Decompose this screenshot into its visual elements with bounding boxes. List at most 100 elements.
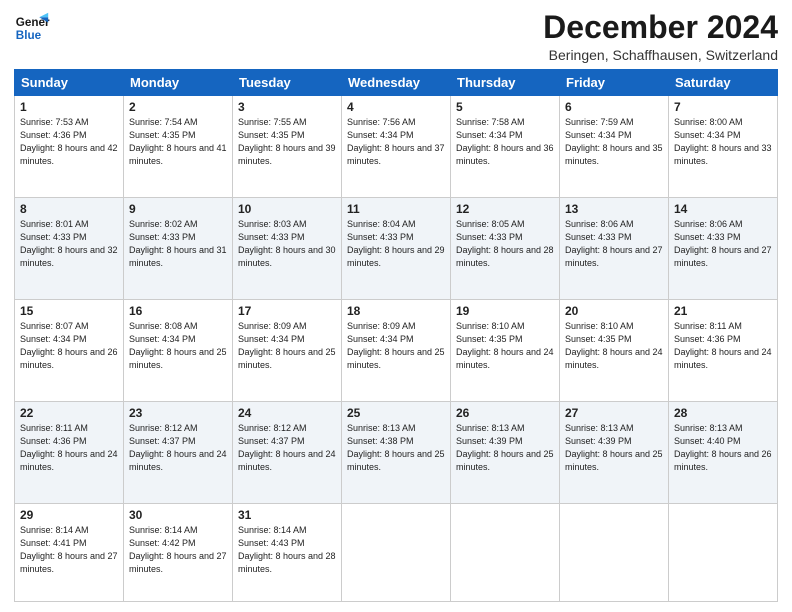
day-info: Sunrise: 8:12 AMSunset: 4:37 PMDaylight:… <box>129 423 227 472</box>
day-number: 7 <box>674 100 772 114</box>
day-number: 6 <box>565 100 663 114</box>
calendar-cell: 14 Sunrise: 8:06 AMSunset: 4:33 PMDaylig… <box>669 198 778 300</box>
calendar-cell: 24 Sunrise: 8:12 AMSunset: 4:37 PMDaylig… <box>233 401 342 503</box>
day-info: Sunrise: 8:09 AMSunset: 4:34 PMDaylight:… <box>347 321 445 370</box>
calendar-cell: 1 Sunrise: 7:53 AMSunset: 4:36 PMDayligh… <box>15 96 124 198</box>
calendar-cell: 16 Sunrise: 8:08 AMSunset: 4:34 PMDaylig… <box>124 299 233 401</box>
calendar-cell: 12 Sunrise: 8:05 AMSunset: 4:33 PMDaylig… <box>451 198 560 300</box>
calendar-header-cell: Wednesday <box>342 70 451 96</box>
calendar-week-row: 15 Sunrise: 8:07 AMSunset: 4:34 PMDaylig… <box>15 299 778 401</box>
day-info: Sunrise: 8:13 AMSunset: 4:40 PMDaylight:… <box>674 423 772 472</box>
calendar-cell: 25 Sunrise: 8:13 AMSunset: 4:38 PMDaylig… <box>342 401 451 503</box>
day-number: 20 <box>565 304 663 318</box>
day-number: 22 <box>20 406 118 420</box>
day-number: 24 <box>238 406 336 420</box>
calendar-cell: 31 Sunrise: 8:14 AMSunset: 4:43 PMDaylig… <box>233 503 342 601</box>
day-number: 2 <box>129 100 227 114</box>
day-info: Sunrise: 8:11 AMSunset: 4:36 PMDaylight:… <box>20 423 118 472</box>
calendar-cell: 5 Sunrise: 7:58 AMSunset: 4:34 PMDayligh… <box>451 96 560 198</box>
day-info: Sunrise: 8:13 AMSunset: 4:39 PMDaylight:… <box>456 423 554 472</box>
calendar-cell <box>342 503 451 601</box>
calendar-cell: 15 Sunrise: 8:07 AMSunset: 4:34 PMDaylig… <box>15 299 124 401</box>
calendar-week-row: 29 Sunrise: 8:14 AMSunset: 4:41 PMDaylig… <box>15 503 778 601</box>
calendar-header-cell: Thursday <box>451 70 560 96</box>
calendar-cell: 18 Sunrise: 8:09 AMSunset: 4:34 PMDaylig… <box>342 299 451 401</box>
calendar-cell: 9 Sunrise: 8:02 AMSunset: 4:33 PMDayligh… <box>124 198 233 300</box>
calendar-header-cell: Friday <box>560 70 669 96</box>
day-number: 1 <box>20 100 118 114</box>
calendar-cell: 6 Sunrise: 7:59 AMSunset: 4:34 PMDayligh… <box>560 96 669 198</box>
day-info: Sunrise: 8:14 AMSunset: 4:42 PMDaylight:… <box>129 525 227 574</box>
day-info: Sunrise: 8:01 AMSunset: 4:33 PMDaylight:… <box>20 219 118 268</box>
calendar-cell: 2 Sunrise: 7:54 AMSunset: 4:35 PMDayligh… <box>124 96 233 198</box>
day-info: Sunrise: 8:10 AMSunset: 4:35 PMDaylight:… <box>565 321 663 370</box>
day-info: Sunrise: 8:11 AMSunset: 4:36 PMDaylight:… <box>674 321 772 370</box>
day-info: Sunrise: 8:12 AMSunset: 4:37 PMDaylight:… <box>238 423 336 472</box>
day-number: 10 <box>238 202 336 216</box>
calendar-cell <box>560 503 669 601</box>
svg-text:Blue: Blue <box>16 29 42 42</box>
day-info: Sunrise: 7:58 AMSunset: 4:34 PMDaylight:… <box>456 117 554 166</box>
main-title: December 2024 <box>543 10 778 45</box>
day-number: 21 <box>674 304 772 318</box>
calendar-cell: 17 Sunrise: 8:09 AMSunset: 4:34 PMDaylig… <box>233 299 342 401</box>
day-number: 28 <box>674 406 772 420</box>
day-number: 16 <box>129 304 227 318</box>
calendar-week-row: 1 Sunrise: 7:53 AMSunset: 4:36 PMDayligh… <box>15 96 778 198</box>
calendar-cell: 21 Sunrise: 8:11 AMSunset: 4:36 PMDaylig… <box>669 299 778 401</box>
day-info: Sunrise: 8:13 AMSunset: 4:39 PMDaylight:… <box>565 423 663 472</box>
day-info: Sunrise: 8:03 AMSunset: 4:33 PMDaylight:… <box>238 219 336 268</box>
day-number: 31 <box>238 508 336 522</box>
day-number: 19 <box>456 304 554 318</box>
page: General Blue December 2024 Beringen, Sch… <box>0 0 792 612</box>
calendar-cell: 23 Sunrise: 8:12 AMSunset: 4:37 PMDaylig… <box>124 401 233 503</box>
calendar-cell: 3 Sunrise: 7:55 AMSunset: 4:35 PMDayligh… <box>233 96 342 198</box>
day-number: 29 <box>20 508 118 522</box>
day-info: Sunrise: 8:02 AMSunset: 4:33 PMDaylight:… <box>129 219 227 268</box>
day-info: Sunrise: 8:13 AMSunset: 4:38 PMDaylight:… <box>347 423 445 472</box>
logo-icon: General Blue <box>14 10 50 46</box>
calendar-cell: 29 Sunrise: 8:14 AMSunset: 4:41 PMDaylig… <box>15 503 124 601</box>
calendar-header-row: SundayMondayTuesdayWednesdayThursdayFrid… <box>15 70 778 96</box>
day-info: Sunrise: 8:10 AMSunset: 4:35 PMDaylight:… <box>456 321 554 370</box>
day-info: Sunrise: 7:55 AMSunset: 4:35 PMDaylight:… <box>238 117 336 166</box>
day-number: 3 <box>238 100 336 114</box>
title-block: December 2024 Beringen, Schaffhausen, Sw… <box>543 10 778 63</box>
day-info: Sunrise: 7:54 AMSunset: 4:35 PMDaylight:… <box>129 117 227 166</box>
calendar-header-cell: Tuesday <box>233 70 342 96</box>
day-number: 26 <box>456 406 554 420</box>
day-info: Sunrise: 8:06 AMSunset: 4:33 PMDaylight:… <box>674 219 772 268</box>
day-info: Sunrise: 8:14 AMSunset: 4:41 PMDaylight:… <box>20 525 118 574</box>
calendar-cell: 4 Sunrise: 7:56 AMSunset: 4:34 PMDayligh… <box>342 96 451 198</box>
day-info: Sunrise: 8:09 AMSunset: 4:34 PMDaylight:… <box>238 321 336 370</box>
day-number: 17 <box>238 304 336 318</box>
calendar-cell: 11 Sunrise: 8:04 AMSunset: 4:33 PMDaylig… <box>342 198 451 300</box>
day-number: 9 <box>129 202 227 216</box>
calendar-table: SundayMondayTuesdayWednesdayThursdayFrid… <box>14 69 778 602</box>
day-info: Sunrise: 8:07 AMSunset: 4:34 PMDaylight:… <box>20 321 118 370</box>
calendar-body: 1 Sunrise: 7:53 AMSunset: 4:36 PMDayligh… <box>15 96 778 602</box>
day-number: 30 <box>129 508 227 522</box>
day-number: 4 <box>347 100 445 114</box>
day-info: Sunrise: 7:53 AMSunset: 4:36 PMDaylight:… <box>20 117 118 166</box>
calendar-cell <box>669 503 778 601</box>
calendar-cell: 8 Sunrise: 8:01 AMSunset: 4:33 PMDayligh… <box>15 198 124 300</box>
calendar-cell: 10 Sunrise: 8:03 AMSunset: 4:33 PMDaylig… <box>233 198 342 300</box>
day-number: 23 <box>129 406 227 420</box>
day-number: 25 <box>347 406 445 420</box>
calendar-cell: 28 Sunrise: 8:13 AMSunset: 4:40 PMDaylig… <box>669 401 778 503</box>
calendar-cell <box>451 503 560 601</box>
day-info: Sunrise: 8:08 AMSunset: 4:34 PMDaylight:… <box>129 321 227 370</box>
day-number: 15 <box>20 304 118 318</box>
calendar-cell: 26 Sunrise: 8:13 AMSunset: 4:39 PMDaylig… <box>451 401 560 503</box>
calendar-header-cell: Sunday <box>15 70 124 96</box>
calendar-cell: 19 Sunrise: 8:10 AMSunset: 4:35 PMDaylig… <box>451 299 560 401</box>
calendar-cell: 22 Sunrise: 8:11 AMSunset: 4:36 PMDaylig… <box>15 401 124 503</box>
day-info: Sunrise: 7:56 AMSunset: 4:34 PMDaylight:… <box>347 117 445 166</box>
calendar-cell: 13 Sunrise: 8:06 AMSunset: 4:33 PMDaylig… <box>560 198 669 300</box>
logo: General Blue <box>14 10 50 46</box>
day-number: 18 <box>347 304 445 318</box>
calendar-cell: 7 Sunrise: 8:00 AMSunset: 4:34 PMDayligh… <box>669 96 778 198</box>
day-number: 8 <box>20 202 118 216</box>
calendar-cell: 20 Sunrise: 8:10 AMSunset: 4:35 PMDaylig… <box>560 299 669 401</box>
